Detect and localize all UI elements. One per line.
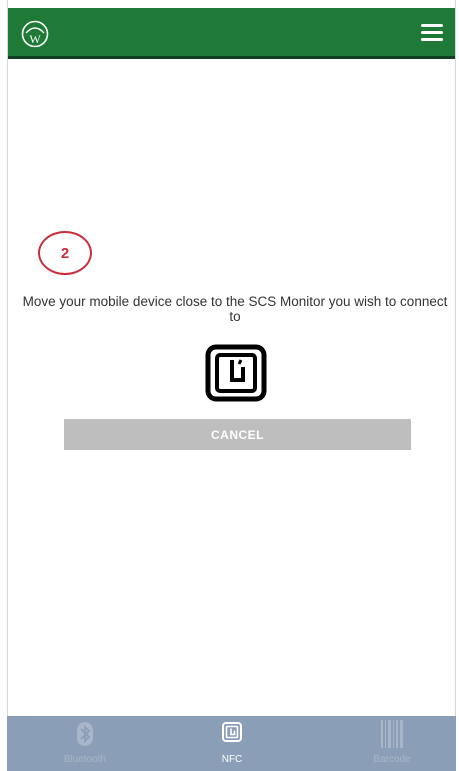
frame-left-border — [7, 0, 8, 771]
tab-barcode[interactable]: Barcode — [332, 716, 452, 771]
tab-bluetooth[interactable]: Bluetooth — [25, 716, 145, 771]
svg-text:W: W — [29, 32, 41, 46]
bottom-nav: Bluetooth NFC Barcode — [7, 716, 456, 771]
app-header: W — [8, 8, 455, 59]
frame-right-border — [455, 0, 456, 771]
w-logo-icon[interactable]: W — [20, 19, 50, 49]
tab-label: Barcode — [373, 754, 411, 765]
tab-label: Bluetooth — [63, 754, 107, 765]
tab-nfc[interactable]: NFC — [172, 716, 292, 771]
step-number: 2 — [60, 244, 70, 262]
tab-label: NFC — [221, 754, 243, 765]
nfc-icon — [205, 344, 267, 402]
step-indicator: 2 — [38, 231, 92, 275]
cancel-button[interactable]: CANCEL — [64, 419, 411, 450]
instruction-text: Move your mobile device close to the SCS… — [22, 294, 448, 324]
bluetooth-icon — [77, 722, 93, 746]
hamburger-menu-icon[interactable] — [421, 24, 443, 42]
nfc-icon — [222, 722, 242, 742]
barcode-icon — [381, 720, 403, 748]
